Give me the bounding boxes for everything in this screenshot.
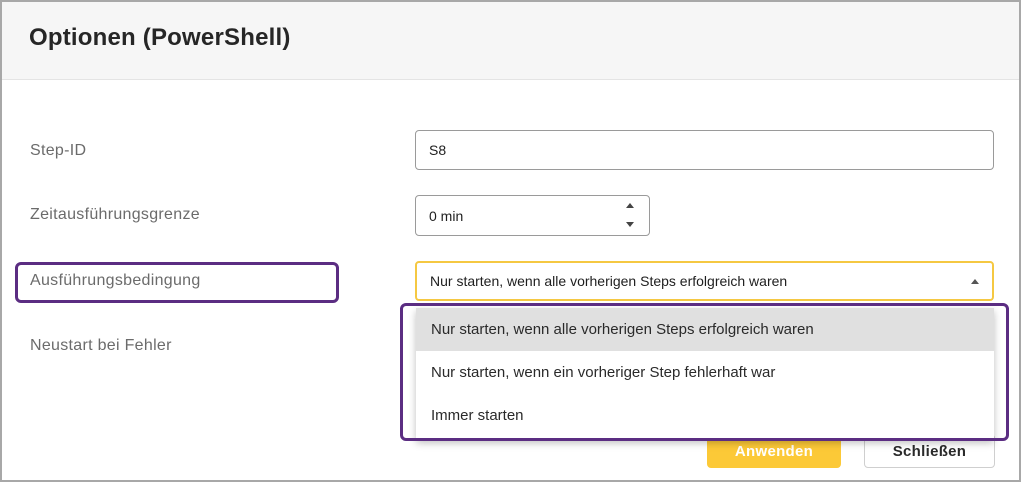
time-limit-stepper[interactable]	[623, 200, 637, 230]
chevron-up-icon[interactable]	[626, 203, 634, 208]
options-dialog: Optionen (PowerShell) Step-ID S8 Zeitaus…	[0, 0, 1021, 482]
time-limit-input[interactable]: 0 min	[415, 195, 650, 236]
dialog-header: Optionen (PowerShell)	[2, 2, 1019, 80]
restart-label: Neustart bei Fehler	[30, 337, 172, 354]
step-id-label: Step-ID	[30, 142, 87, 159]
step-id-value: S8	[429, 142, 447, 158]
chevron-down-icon[interactable]	[626, 222, 634, 227]
condition-selected-value: Nur starten, wenn alle vorherigen Steps …	[430, 273, 788, 289]
dialog-title: Optionen (PowerShell)	[29, 24, 291, 51]
condition-label: Ausführungsbedingung	[30, 272, 201, 289]
time-limit-label: Zeitausführungsgrenze	[30, 206, 200, 223]
dropdown-highlight	[400, 303, 1009, 441]
step-id-input[interactable]: S8	[415, 130, 994, 170]
time-limit-value: 0 min	[429, 207, 464, 224]
condition-select[interactable]: Nur starten, wenn alle vorherigen Steps …	[415, 261, 994, 301]
caret-up-icon	[971, 279, 979, 284]
